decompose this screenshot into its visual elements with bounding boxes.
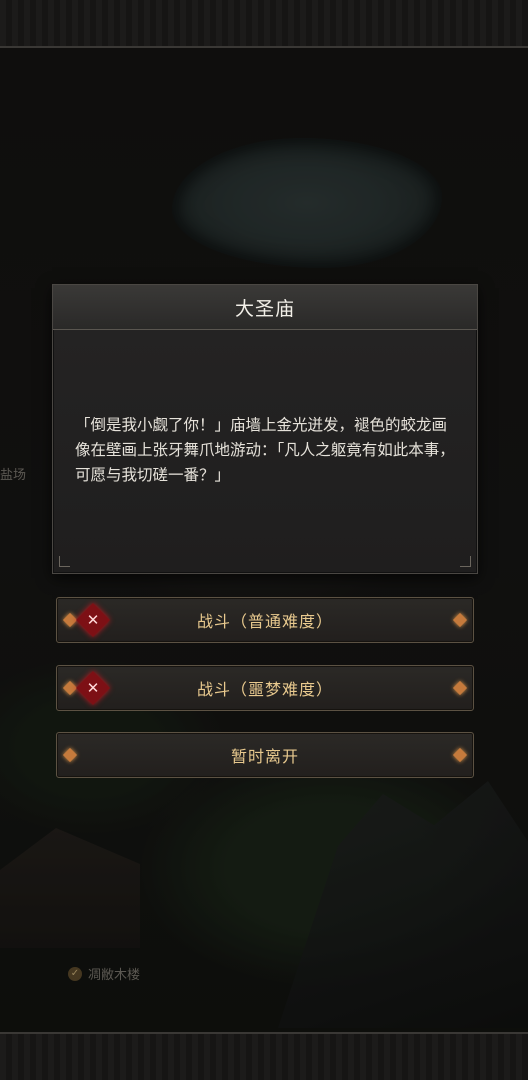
diamond-ornament-icon xyxy=(452,747,468,763)
leave-label: 暂时离开 xyxy=(230,747,299,766)
event-dialog: 大圣庙 「倒是我小觑了你！」庙墙上金光迸发，褪色的蛟龙画像在壁画上张牙舞爪地游动… xyxy=(52,284,478,574)
diamond-ornament-icon xyxy=(452,612,468,628)
leave-button[interactable]: 暂时离开 xyxy=(56,732,474,778)
fight-normal-button[interactable]: ✕ 战斗（普通难度） xyxy=(56,597,474,643)
dialog-title: 大圣庙 xyxy=(234,297,295,320)
diamond-ornament-icon xyxy=(62,612,78,628)
dialog-text: 「倒是我小觑了你！」庙墙上金光迸发，褪色的蛟龙画像在壁画上张牙舞爪地游动：「凡人… xyxy=(75,416,455,484)
diamond-ornament-icon xyxy=(452,680,468,696)
corner-ornament xyxy=(59,556,70,567)
bottom-frame-border xyxy=(0,1032,528,1080)
diamond-ornament-icon xyxy=(62,680,78,696)
top-frame-border xyxy=(0,0,528,48)
fight-nightmare-label: 战斗（噩梦难度） xyxy=(196,680,333,699)
dialog-header: 大圣庙 xyxy=(53,285,477,330)
red-cross-icon: ✕ xyxy=(76,671,110,705)
fight-normal-label: 战斗（普通难度） xyxy=(196,612,333,631)
fight-nightmare-button[interactable]: ✕ 战斗（噩梦难度） xyxy=(56,665,474,711)
diamond-ornament-icon xyxy=(62,747,78,763)
corner-ornament xyxy=(460,556,471,567)
red-cross-icon: ✕ xyxy=(76,603,110,637)
